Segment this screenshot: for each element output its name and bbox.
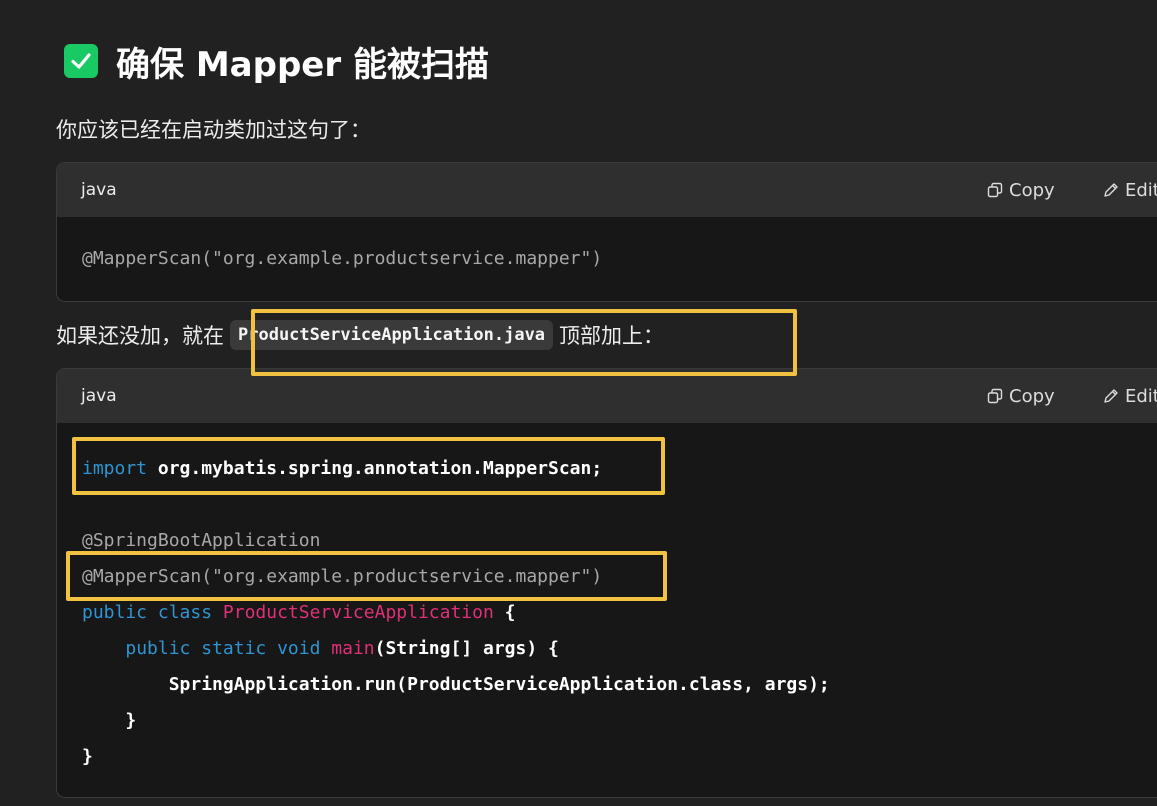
instruction-text-before: 如果还没加，就在 [56, 324, 224, 348]
check-box-icon [64, 44, 98, 78]
intro-paragraph: 你应该已经在启动类加过这句了： [56, 118, 371, 142]
heading-title: 确保 Mapper 能被扫描 [116, 44, 489, 85]
edit-label: Edit [1125, 385, 1157, 407]
keyword: void [266, 638, 321, 659]
code-block-header: java Copy Edit [57, 369, 1157, 423]
code-text: } [82, 746, 93, 767]
code-block-1: java Copy Edit @MapperScan("org.example.… [56, 162, 1157, 302]
code-line-close-inner: } [82, 703, 1157, 739]
section-heading: 确保 Mapper 能被扫描 [64, 36, 489, 86]
function-name: main [320, 638, 375, 659]
code-line-close-outer: } [82, 739, 1157, 775]
highlight-box-mapperscan [66, 551, 667, 601]
edit-label: Edit [1125, 179, 1157, 201]
copy-button[interactable]: Copy [987, 180, 1055, 201]
code-line-run: SpringApplication.run(ProductServiceAppl… [82, 667, 1157, 703]
code-line: @MapperScan("org.example.productservice.… [82, 248, 603, 269]
code-body: @MapperScan("org.example.productservice.… [57, 217, 1157, 277]
copy-label: Copy [1009, 385, 1055, 407]
edit-icon [1104, 183, 1118, 197]
code-language-label: java [81, 386, 117, 406]
code-text: (String[] args) { [374, 638, 559, 659]
code-text: { [493, 602, 516, 623]
code-line-main: public static void main(String[] args) { [82, 631, 1157, 667]
keyword: public [125, 638, 191, 659]
code-text: } [82, 710, 137, 731]
copy-button[interactable]: Copy [987, 386, 1055, 407]
keyword: static [190, 638, 267, 659]
copy-icon [987, 182, 1003, 198]
code-text: SpringApplication.run(ProductServiceAppl… [82, 674, 830, 695]
highlight-box-import [72, 437, 665, 495]
code-block-header: java Copy Edit [57, 163, 1157, 217]
edit-button[interactable]: Edit [1103, 180, 1157, 201]
copy-label: Copy [1009, 179, 1055, 201]
code-language-label: java [81, 180, 117, 200]
edit-icon [1104, 389, 1118, 403]
annotation: @SpringBootApplication [82, 530, 321, 551]
highlight-box-filename [251, 309, 797, 376]
copy-icon [987, 388, 1003, 404]
keyword: public [82, 602, 148, 623]
edit-button[interactable]: Edit [1103, 386, 1157, 407]
keyword: class [147, 602, 223, 623]
class-name: ProductServiceApplication [222, 602, 494, 623]
